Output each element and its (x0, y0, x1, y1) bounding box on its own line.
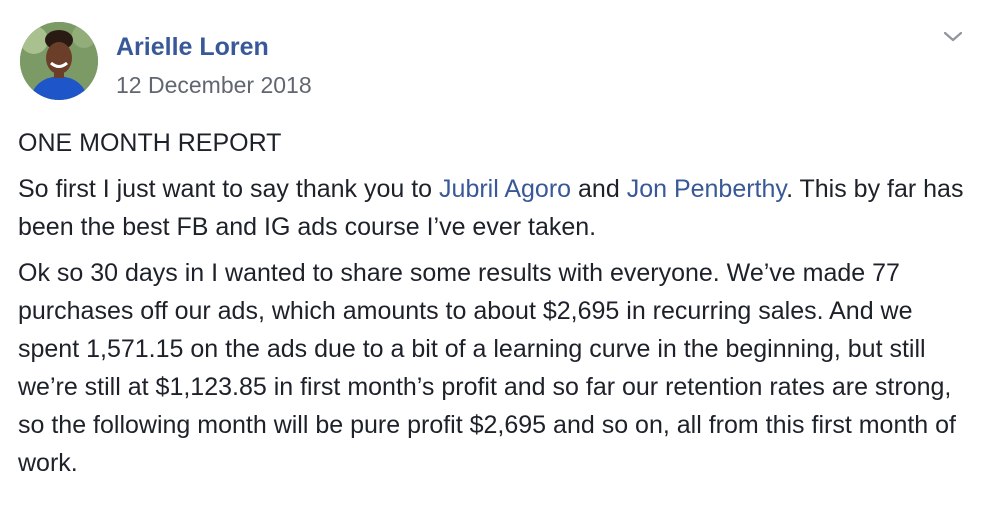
post-timestamp[interactable]: 12 December 2018 (116, 71, 312, 99)
post-paragraph-thanks: So first I just want to say thank you to… (18, 170, 968, 246)
post-paragraph-results: Ok so 30 days in I wanted to share some … (18, 259, 956, 477)
author-name[interactable]: Arielle Loren (116, 32, 269, 62)
chevron-down-icon[interactable] (940, 28, 966, 46)
post-content: ONE MONTH REPORT So first I just want to… (18, 124, 968, 490)
paragraph-text: and (571, 175, 627, 203)
avatar-image (20, 22, 98, 100)
mention-link-jon-penberthy[interactable]: Jon Penberthy (627, 175, 786, 203)
post-card: Arielle Loren 12 December 2018 ONE MONTH… (0, 0, 984, 530)
mention-link-jubril-agoro[interactable]: Jubril Agoro (439, 175, 571, 203)
avatar[interactable] (20, 22, 98, 100)
post-title: ONE MONTH REPORT (18, 129, 282, 157)
paragraph-text: So first I just want to say thank you to (18, 175, 440, 203)
